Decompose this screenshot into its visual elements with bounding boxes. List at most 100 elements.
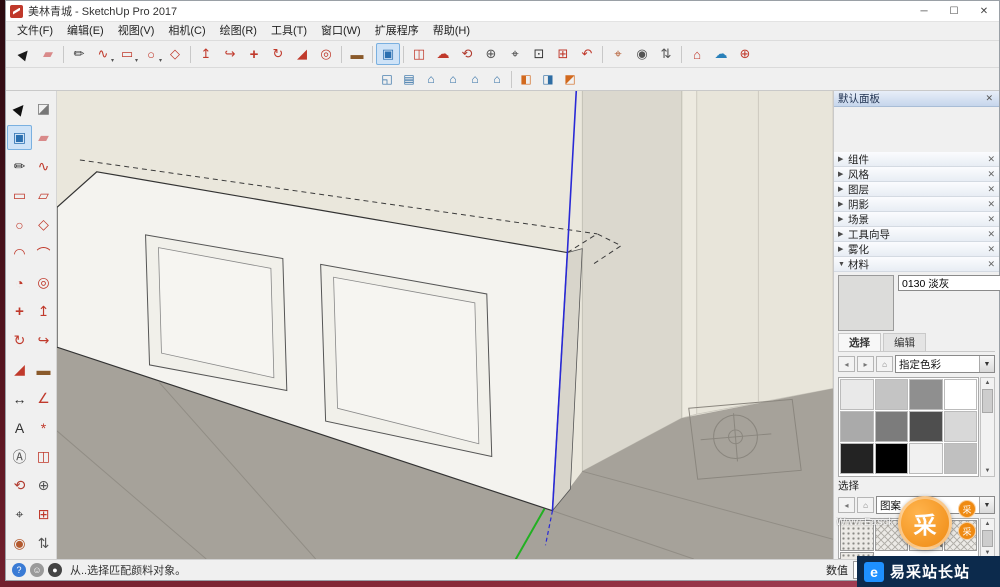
home-icon[interactable]: ⌂ xyxy=(876,356,893,372)
section-plane-tool-button[interactable]: ◫ xyxy=(407,43,431,65)
eraser-tool-button[interactable]: ▰ xyxy=(31,125,56,150)
position-camera-tool-button[interactable]: ◉ xyxy=(7,531,32,556)
back-arrow-icon[interactable]: ◂ xyxy=(838,497,855,513)
panel-section-阴影[interactable]: ▶阴影✕ xyxy=(834,197,999,212)
section-close-icon[interactable]: ✕ xyxy=(987,259,995,270)
color-swatch-9[interactable] xyxy=(840,443,874,474)
color-swatch-10[interactable] xyxy=(875,443,909,474)
line-tool-button[interactable]: ✏ xyxy=(67,43,91,65)
right-view-button[interactable]: ⌂ xyxy=(442,69,464,89)
axes-tool-button[interactable]: * xyxy=(31,415,56,440)
text-tool-button[interactable]: A xyxy=(7,415,32,440)
paint-bucket-tool-button[interactable]: ▣ xyxy=(7,125,32,150)
panel-section-工具向导[interactable]: ▶工具向导✕ xyxy=(834,227,999,242)
back-view-button[interactable]: ⌂ xyxy=(464,69,486,89)
color-swatch-1[interactable] xyxy=(840,379,874,410)
material-preview-thumbnail[interactable] xyxy=(838,275,894,331)
offset-tool-button[interactable]: ◎ xyxy=(314,43,338,65)
panel-section-图层[interactable]: ▶图层✕ xyxy=(834,182,999,197)
menu-item-7[interactable]: 窗口(W) xyxy=(314,22,368,40)
material-name-input[interactable] xyxy=(898,275,1000,291)
menu-item-3[interactable]: 视图(V) xyxy=(111,22,162,40)
user-icon[interactable]: ☺ xyxy=(30,563,44,577)
arc-tool-button[interactable]: ◠ xyxy=(7,241,32,266)
panel-section-风格[interactable]: ▶风格✕ xyxy=(834,167,999,182)
polygon-tool-button[interactable]: ◇ xyxy=(163,43,187,65)
menu-item-5[interactable]: 绘图(R) xyxy=(213,22,264,40)
polygon-tool-button[interactable]: ◇ xyxy=(31,212,56,237)
walk-tool-button[interactable]: ⇅ xyxy=(654,43,678,65)
section-close-icon[interactable]: ✕ xyxy=(987,199,995,210)
freehand-tool-button[interactable]: ∿ xyxy=(31,154,56,179)
color-swatch-11[interactable] xyxy=(909,443,943,474)
orbit-tool-button[interactable]: ⟲ xyxy=(455,43,479,65)
pie-tool-button[interactable]: ◔ xyxy=(7,270,32,295)
zoom-tool-button[interactable]: ⌖ xyxy=(7,502,32,527)
rotated-rectangle-tool-button[interactable]: ▱ xyxy=(31,183,56,208)
help-icon[interactable]: ? xyxy=(12,563,26,577)
rotate-tool-button[interactable]: ↻ xyxy=(266,43,290,65)
swatch-scrollbar[interactable]: ▲ ▼ xyxy=(980,377,995,477)
follow-me-tool-button[interactable]: ↪ xyxy=(31,328,56,353)
color-swatch-12[interactable] xyxy=(944,443,978,474)
color-swatch-7[interactable] xyxy=(909,411,943,442)
expanded-arrow-icon[interactable]: ▼ xyxy=(838,261,848,268)
pan-tool-button[interactable]: ⊕ xyxy=(479,43,503,65)
tab-编辑[interactable]: 编辑 xyxy=(883,333,926,351)
add-location-tool-button[interactable]: ☁ xyxy=(431,43,455,65)
push-pull-tool-button[interactable]: ↥ xyxy=(194,43,218,65)
collapsed-arrow-icon[interactable]: ▶ xyxy=(838,155,848,163)
rotate-tool-button[interactable]: ↻ xyxy=(7,328,32,353)
rectangle-tool-button[interactable]: ▭ xyxy=(7,183,32,208)
eraser-tool-button[interactable]: ▰ xyxy=(36,43,60,65)
front-view-button[interactable]: ⌂ xyxy=(420,69,442,89)
circle-tool-button[interactable]: ○ xyxy=(7,212,32,237)
follow-me-tool-button[interactable]: ↪ xyxy=(218,43,242,65)
tab-选择[interactable]: 选择 xyxy=(838,333,881,351)
panel-section-雾化[interactable]: ▶雾化✕ xyxy=(834,242,999,257)
two-point-arc-tool-button[interactable]: ⌒ xyxy=(31,241,56,266)
section-close-icon[interactable]: ✕ xyxy=(987,154,995,165)
select-tool-button[interactable]: ▶ xyxy=(7,96,32,121)
extension-warehouse-tool-button[interactable]: ⊕ xyxy=(733,43,757,65)
menu-item-9[interactable]: 帮助(H) xyxy=(426,22,477,40)
menu-item-1[interactable]: 文件(F) xyxy=(10,22,60,40)
menu-item-6[interactable]: 工具(T) xyxy=(264,22,314,40)
viewport-3d[interactable] xyxy=(57,91,833,559)
collapsed-arrow-icon[interactable]: ▶ xyxy=(838,200,848,208)
collapsed-arrow-icon[interactable]: ▶ xyxy=(838,215,848,223)
forward-arrow-icon[interactable]: ▸ xyxy=(857,356,874,372)
circle-tool-button[interactable]: ○▾ xyxy=(139,43,163,65)
3d-warehouse-tool-button[interactable]: ⌂ xyxy=(685,43,709,65)
move-tool-button[interactable]: + xyxy=(7,299,32,324)
scale-tool-button[interactable]: ◢ xyxy=(7,357,32,382)
color-swatch-6[interactable] xyxy=(875,411,909,442)
freehand-tool-button[interactable]: ∿▾ xyxy=(91,43,115,65)
zoom-tool-button[interactable]: ⌖ xyxy=(503,43,527,65)
dropdown-arrow-icon[interactable]: ▾ xyxy=(159,58,162,64)
tape-measure-tool-button[interactable]: ▬ xyxy=(31,357,56,382)
tape-measure-tool-button[interactable]: ▬ xyxy=(345,43,369,65)
pan-tool-button[interactable]: ⊕ xyxy=(31,473,56,498)
zoom-extents-tool-button[interactable]: ⊞ xyxy=(31,502,56,527)
color-swatch-2[interactable] xyxy=(875,379,909,410)
dimension-tool-button[interactable]: ↔ xyxy=(7,386,32,411)
previous-view-tool-button[interactable]: ↶ xyxy=(575,43,599,65)
zoom-window-tool-button[interactable]: ⊡ xyxy=(527,43,551,65)
protractor-tool-button[interactable]: ∠ xyxy=(31,386,56,411)
two-point-view-button[interactable]: ◩ xyxy=(559,69,581,89)
select-tool-button[interactable]: ▶ xyxy=(12,43,36,65)
collapsed-arrow-icon[interactable]: ▶ xyxy=(838,185,848,193)
look-around-tool-button[interactable]: ◉ xyxy=(630,43,654,65)
section-close-icon[interactable]: ✕ xyxy=(987,229,995,240)
panel-section-场景[interactable]: ▶场景✕ xyxy=(834,212,999,227)
menu-item-2[interactable]: 编辑(E) xyxy=(60,22,111,40)
menu-item-8[interactable]: 扩展程序 xyxy=(368,22,426,40)
paint-bucket-tool-button[interactable]: ▣ xyxy=(376,43,400,65)
line-tool-button[interactable]: ✏ xyxy=(7,154,32,179)
collapsed-arrow-icon[interactable]: ▶ xyxy=(838,170,848,178)
maximize-button[interactable]: ☐ xyxy=(939,1,969,21)
push-pull-tool-button[interactable]: ↥ xyxy=(31,299,56,324)
dropdown-arrow-icon[interactable]: ▾ xyxy=(111,58,114,64)
section-close-icon[interactable]: ✕ xyxy=(987,184,995,195)
